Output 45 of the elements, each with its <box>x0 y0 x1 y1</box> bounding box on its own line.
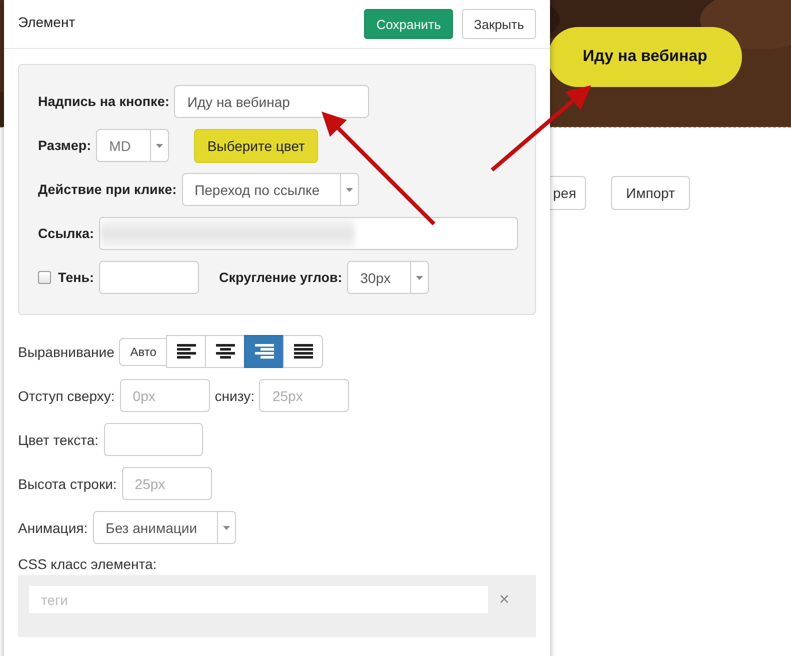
field-label: Отступ сверху: <box>18 388 115 404</box>
field-label: Размер: <box>38 138 92 153</box>
field-label: Высота строки: <box>18 476 117 492</box>
field-label: Анимация: <box>18 520 88 536</box>
caret-icon <box>416 276 424 280</box>
align-right-button[interactable] <box>244 335 284 368</box>
tags-input[interactable]: теги <box>29 586 488 613</box>
text-color-input[interactable] <box>104 423 203 456</box>
align-center-button[interactable] <box>205 335 246 368</box>
dialog-title: Элемент <box>18 14 76 30</box>
auto-align-button[interactable]: Авто <box>119 338 168 366</box>
caret-icon <box>222 526 230 530</box>
shadow-checkbox[interactable] <box>38 271 51 284</box>
link-input[interactable] <box>98 217 518 250</box>
field-label: Цвет текста: <box>18 432 99 448</box>
field-label: снизу: <box>214 388 254 404</box>
import-button[interactable]: Импорт <box>611 176 690 210</box>
field-label: Скругление углов: <box>219 270 342 285</box>
line-height-input[interactable]: 25px <box>122 467 212 500</box>
bottom-margin-input[interactable]: 25px <box>259 379 350 412</box>
field-label: Тень: <box>58 270 94 285</box>
size-select[interactable]: MD <box>96 129 170 162</box>
shadow-input[interactable] <box>99 261 200 294</box>
animation-select[interactable]: Без анимации <box>92 511 236 544</box>
field-label: Ссылка: <box>38 226 94 241</box>
action-select[interactable]: Переход по ссылке <box>182 173 359 206</box>
align-justify-icon <box>294 344 313 359</box>
field-label: Выравнивание <box>18 344 114 360</box>
field-label: CSS класс элемента: <box>18 556 158 572</box>
align-left-icon <box>176 344 196 359</box>
align-right-icon <box>254 344 274 359</box>
field-label: Действие при клике: <box>38 182 177 197</box>
caption-input[interactable]: Иду на вебинар <box>174 85 370 118</box>
field-label: Надпись на кнопке: <box>38 94 170 109</box>
align-center-icon <box>216 344 235 359</box>
caret-icon <box>346 188 353 192</box>
webinar-button[interactable]: Иду на вебинар <box>548 27 742 87</box>
align-left-button[interactable] <box>166 335 206 368</box>
top-margin-input[interactable]: 0px <box>120 379 210 412</box>
save-button[interactable]: Сохранить <box>364 9 453 39</box>
close-button[interactable]: Закрыть <box>462 9 536 39</box>
align-justify-button[interactable] <box>283 335 324 368</box>
caret-icon <box>156 144 164 148</box>
color-button[interactable]: Выберите цвет <box>194 128 318 162</box>
radius-select[interactable]: 30px <box>347 261 430 294</box>
